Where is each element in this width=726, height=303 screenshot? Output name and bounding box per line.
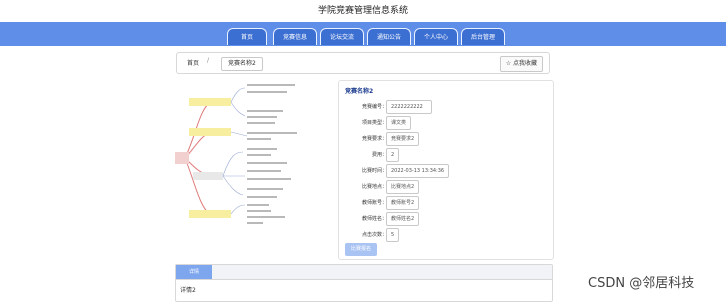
mindmap-text-line (247, 222, 263, 224)
mindmap-image (175, 84, 297, 224)
mindmap-node (189, 128, 231, 136)
field-value: 2022-03-13 13:34:36 (386, 164, 450, 178)
mindmap-text-line (247, 154, 271, 156)
field-row-number: 竞赛编号： 2222222222 (339, 100, 553, 114)
mindmap-node (189, 210, 231, 218)
mindmap-text-line (247, 210, 271, 212)
mindmap-text-line (247, 170, 281, 172)
breadcrumb-separator: / (207, 57, 210, 64)
breadcrumb-home[interactable]: 首页 (187, 58, 199, 67)
field-label: 比赛时间： (361, 168, 387, 174)
page-title: 学院竞赛管理信息系统 (317, 6, 408, 16)
field-label: 点击次数： (361, 232, 387, 238)
mindmap-text-line (247, 196, 277, 198)
field-value: 教师账号2 (386, 196, 420, 210)
field-row-teacher-name: 教师姓名： 教师姓名2 (339, 212, 553, 226)
mindmap-text-line (247, 204, 269, 206)
detail-tab-panel: 详情 详情2 (175, 264, 553, 302)
mindmap-text-line (247, 162, 287, 164)
nav-notice[interactable]: 通知公告 (367, 28, 411, 45)
field-label: 比赛地点： (361, 184, 387, 190)
field-label: 竞赛要求： (361, 136, 387, 142)
watermark: CSDN @邻居科技 (588, 276, 695, 291)
mindmap-link (230, 204, 246, 215)
mindmap-center-node (175, 152, 189, 164)
nav-admin[interactable]: 后台管理 (461, 28, 505, 45)
field-value: 教师姓名2 (386, 212, 420, 226)
mindmap-text-line (247, 188, 283, 190)
mindmap-text-line (247, 178, 291, 180)
mindmap-text-line (247, 122, 275, 124)
competition-detail-panel: 竞赛名称2 竞赛编号： 2222222222 项目类型： 课文类 竞赛要求： 竞… (338, 80, 554, 260)
field-label: 项目类型： (361, 120, 387, 126)
nav-forum[interactable]: 论坛交流 (320, 28, 364, 45)
main-nav: 首页 竞赛信息 论坛交流 通知公告 个人中心 后台管理 (0, 22, 726, 46)
field-row-location: 比赛地点： 比赛地点2 (339, 180, 553, 194)
favorite-button[interactable]: ☆ 点我收藏 (499, 56, 543, 72)
field-row-clicks: 点击次数： 5 (339, 228, 553, 242)
tab-strip: 详情 (176, 265, 552, 280)
mindmap-link (230, 101, 246, 117)
field-value: 2 (386, 148, 400, 162)
field-value: 比赛地点2 (386, 180, 420, 194)
mindmap-node (193, 172, 223, 180)
mindmap-text-line (247, 138, 271, 140)
field-row-time: 比赛时间： 2022-03-13 13:34:36 (339, 164, 553, 178)
mindmap-link (230, 87, 246, 103)
field-label: 教师账号： (361, 200, 387, 206)
field-value: 2222222222 (386, 100, 432, 114)
nav-home[interactable]: 首页 (227, 28, 267, 45)
mindmap-text-line (247, 84, 295, 86)
field-label: 费用： (371, 152, 387, 158)
competition-title: 竞赛名称2 (345, 88, 374, 95)
signup-button[interactable]: 比赛报名 (345, 243, 378, 256)
mindmap-text-line (247, 132, 297, 134)
mindmap-text-line (247, 110, 283, 112)
mindmap-text-line (247, 116, 277, 118)
mindmap-link (222, 175, 244, 196)
field-row-fee: 费用： 2 (339, 148, 553, 162)
mindmap-text-line (247, 216, 285, 218)
mindmap-node (189, 98, 231, 106)
field-value: 5 (386, 228, 400, 242)
field-row-requirement: 竞赛要求： 竞赛要求2 (339, 132, 553, 146)
breadcrumb: 首页 / 竞赛名称2 ☆ 点我收藏 (176, 52, 550, 74)
tab-detail[interactable]: 详情 (176, 265, 212, 279)
field-label: 竞赛编号： (361, 104, 387, 110)
breadcrumb-current: 竞赛名称2 (221, 57, 263, 71)
nav-competition-info[interactable]: 竞赛信息 (273, 28, 317, 45)
mindmap-text-line (247, 91, 287, 93)
mindmap-branch (184, 157, 211, 215)
field-value: 竞赛要求2 (386, 132, 420, 146)
tab-content: 详情2 (180, 287, 196, 294)
mindmap-link (222, 151, 244, 177)
field-label: 教师姓名： (361, 216, 387, 222)
nav-user-center[interactable]: 个人中心 (414, 28, 458, 45)
field-value: 课文类 (386, 116, 412, 130)
mindmap-link (230, 131, 248, 137)
field-row-type: 项目类型： 课文类 (339, 116, 553, 130)
field-row-teacher-account: 教师账号： 教师账号2 (339, 196, 553, 210)
mindmap-text-line (247, 148, 277, 150)
